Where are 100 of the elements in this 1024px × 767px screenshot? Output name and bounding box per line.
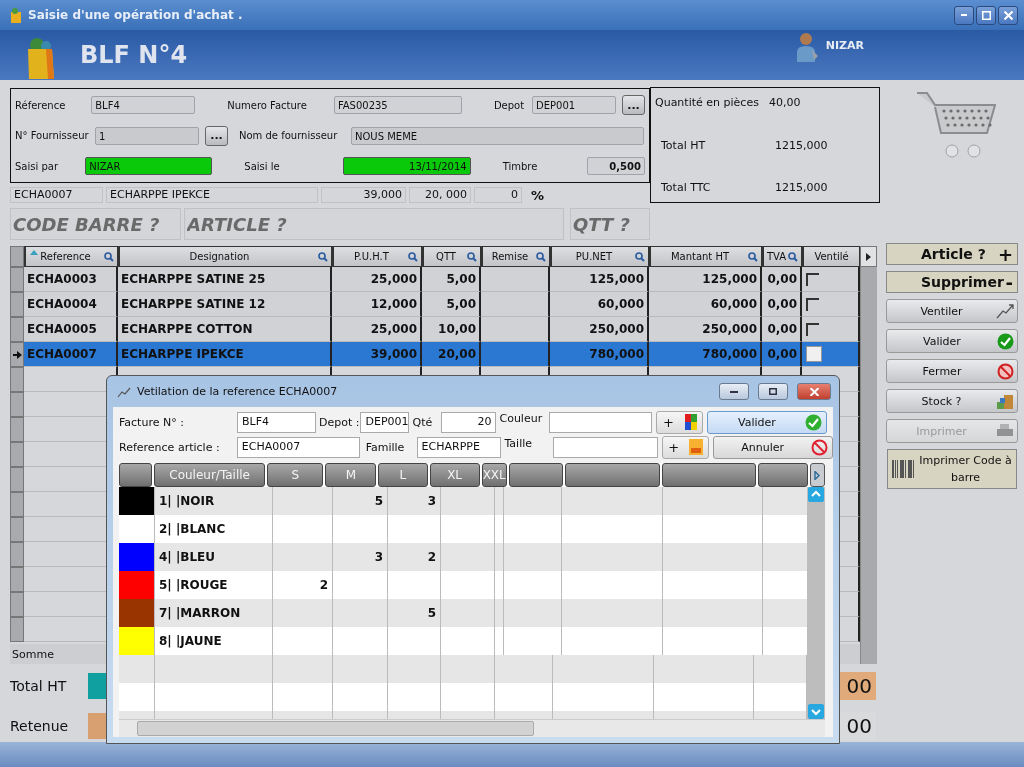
user-icon xyxy=(795,32,818,62)
field-label: Qté xyxy=(412,415,434,429)
amount-field[interactable]: 00 xyxy=(838,672,876,700)
supplier-number-field[interactable]: 1 xyxy=(95,126,199,145)
add-color-button[interactable]: + xyxy=(656,410,704,434)
minimize-button[interactable] xyxy=(954,5,974,25)
column-header[interactable]: P.U.H.T xyxy=(332,246,422,267)
scroll-right-button[interactable] xyxy=(809,463,825,487)
vertical-scrollbar[interactable] xyxy=(807,487,825,719)
column-header[interactable]: TVA xyxy=(762,246,802,267)
field-label: Nom de fournisseur xyxy=(239,130,339,141)
reference-field[interactable]: BLF4 xyxy=(91,96,196,114)
boxes-icon xyxy=(996,392,1014,410)
line-entry-field[interactable]: 39,000 xyxy=(321,187,406,203)
column-header[interactable] xyxy=(508,463,563,487)
table-row[interactable]: ECHA0007 ECHARPPE IPEKCE 39,000 20,00 780,000 780,000 0,00 xyxy=(10,342,860,367)
maximize-button[interactable] xyxy=(758,383,788,400)
cart-icon xyxy=(916,90,996,158)
line-entry-field[interactable]: 0 xyxy=(474,187,522,203)
browse-button[interactable]: ... xyxy=(622,95,645,115)
table-cell: 39,000 xyxy=(332,342,422,367)
maximize-button[interactable] xyxy=(976,5,996,25)
column-header[interactable] xyxy=(564,463,661,487)
vertical-scrollbar[interactable] xyxy=(860,267,877,664)
table-cell: 20,00 xyxy=(422,342,481,367)
line-entry-field[interactable]: ECHA0007 xyxy=(10,187,103,203)
scroll-up-button[interactable] xyxy=(808,487,824,502)
scroll-down-button[interactable] xyxy=(808,704,824,719)
line-entry-field[interactable]: ECHARPPE IPEKCE xyxy=(106,187,318,203)
column-header[interactable]: Reference xyxy=(24,246,118,267)
depot-field[interactable]: DEP001 xyxy=(360,411,410,433)
action-button[interactable]: Article ? + xyxy=(886,243,1018,265)
checkbox[interactable] xyxy=(806,346,822,362)
checkbox[interactable] xyxy=(806,297,819,311)
action-button[interactable]: Stock ? xyxy=(886,389,1018,413)
column-header[interactable] xyxy=(119,463,152,487)
table-cell: 780,000 xyxy=(649,342,762,367)
column-header[interactable] xyxy=(758,463,808,487)
column-header[interactable]: Ventilé xyxy=(802,246,860,267)
entered-by-field[interactable]: NIZAR xyxy=(85,157,213,175)
line-entry-field[interactable]: 20, 000 xyxy=(409,187,471,203)
scrollbar-thumb[interactable] xyxy=(137,721,534,736)
search-icon[interactable] xyxy=(408,252,418,262)
action-button[interactable]: Supprimer- xyxy=(886,271,1018,293)
entry-date-field[interactable]: 13/11/2014 xyxy=(342,157,471,175)
action-button[interactable]: Valider xyxy=(886,329,1018,353)
cancel-button[interactable]: Annuler xyxy=(713,435,833,459)
depot-field[interactable]: DEP001 xyxy=(532,96,616,114)
horizontal-scrollbar[interactable] xyxy=(119,719,825,737)
no-entry-icon xyxy=(811,438,828,456)
table-row[interactable]: ECHA0003 ECHARPPE SATINE 25 25,000 5,00 125,000 125,000 0,00 xyxy=(10,267,860,292)
column-header[interactable]: Designation xyxy=(118,246,332,267)
close-button[interactable] xyxy=(998,5,1018,25)
total-label: Total HT xyxy=(661,138,707,152)
amount-field[interactable] xyxy=(88,673,108,699)
column-header[interactable]: Remise xyxy=(481,246,550,267)
sort-ascending-icon xyxy=(30,250,38,255)
search-icon[interactable] xyxy=(536,252,546,262)
reference-field[interactable]: ECHA0007 xyxy=(236,436,360,458)
maximize-icon xyxy=(769,388,777,395)
search-field[interactable]: QTT ? xyxy=(570,208,650,240)
table-row[interactable]: ECHA0005 ECHARPPE COTTON 25,000 10,00 250,000 250,000 0,00 xyxy=(10,317,860,342)
size-field[interactable] xyxy=(553,436,659,458)
checkbox[interactable] xyxy=(806,272,819,286)
window-title: Saisie d'une opération d'achat . xyxy=(28,8,243,22)
action-button[interactable]: Fermer xyxy=(886,359,1018,383)
checkbox[interactable] xyxy=(806,322,819,336)
search-icon[interactable] xyxy=(788,252,798,262)
search-icon[interactable] xyxy=(467,252,477,262)
column-header[interactable]: Mantant HT xyxy=(649,246,762,267)
validate-button[interactable]: Valider xyxy=(707,410,828,434)
browse-button[interactable]: ... xyxy=(205,125,228,146)
right-arrow-icon xyxy=(814,470,821,480)
search-icon[interactable] xyxy=(635,252,645,262)
print-barcode-button[interactable]: Imprimer Code à barre xyxy=(887,449,1017,489)
stamp-field[interactable]: 0,500 xyxy=(587,157,645,175)
search-icon[interactable] xyxy=(318,252,328,262)
row-header[interactable] xyxy=(10,342,24,367)
table-cell: 780,000 xyxy=(550,342,649,367)
amount-field[interactable] xyxy=(88,713,108,739)
column-header[interactable] xyxy=(662,463,757,487)
table-row[interactable]: ECHA0004 ECHARPPE SATINE 12 12,000 5,00 60,000 60,000 0,00 xyxy=(10,292,860,317)
column-header[interactable]: QTT xyxy=(422,246,481,267)
quantity-field[interactable]: 20 xyxy=(441,411,497,433)
family-field[interactable]: ECHARPPE xyxy=(416,436,502,458)
search-icon[interactable] xyxy=(748,252,758,262)
add-size-button[interactable]: + xyxy=(662,435,710,459)
supplier-name-field[interactable]: NOUS MEME xyxy=(351,126,644,145)
column-header[interactable]: PU.NET xyxy=(550,246,649,267)
printer-icon xyxy=(996,424,1014,438)
invoice-field[interactable]: BLF4 xyxy=(237,411,316,433)
action-button[interactable]: Ventiler xyxy=(886,299,1018,323)
color-field[interactable] xyxy=(549,411,653,433)
minimize-button[interactable] xyxy=(719,383,749,400)
scroll-right-button[interactable] xyxy=(860,246,877,267)
invoice-number-field[interactable]: FAS00235 xyxy=(333,96,462,114)
close-button[interactable] xyxy=(797,383,831,400)
search-icon[interactable] xyxy=(104,252,114,262)
search-field[interactable]: CODE BARRE ? xyxy=(10,208,181,240)
trend-icon xyxy=(996,303,1014,319)
